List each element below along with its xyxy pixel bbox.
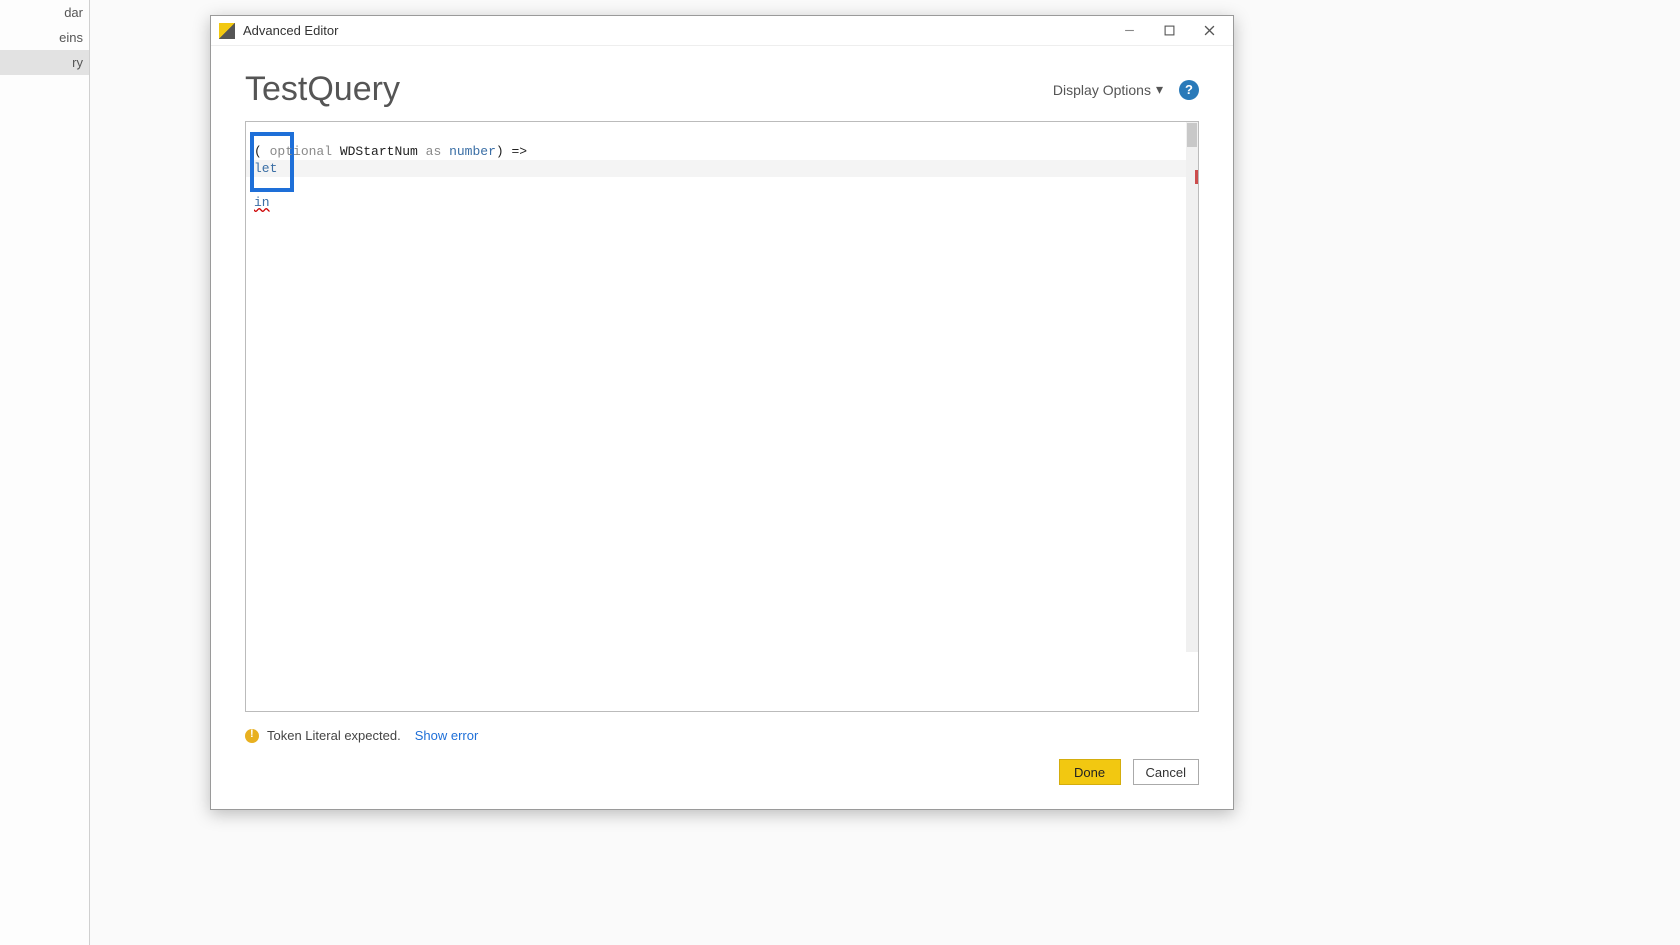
warning-icon — [245, 729, 259, 743]
show-error-link[interactable]: Show error — [415, 728, 479, 743]
window-titlebar[interactable]: Advanced Editor — [211, 16, 1233, 46]
window-title: Advanced Editor — [243, 23, 1109, 38]
queries-sidebar: dar eins ry — [0, 0, 90, 945]
sidebar-item[interactable]: dar — [0, 0, 89, 25]
query-name: TestQuery — [245, 70, 400, 109]
scrollbar-thumb[interactable] — [1187, 123, 1197, 147]
display-options-dropdown[interactable]: Display Options ▾ — [1053, 81, 1163, 98]
error-marker-icon[interactable] — [1195, 170, 1199, 184]
dialog-buttons: Done Cancel — [211, 749, 1233, 809]
code-line-2: let — [254, 161, 277, 176]
sidebar-item-selected[interactable]: ry — [0, 50, 89, 75]
app-icon — [219, 23, 235, 39]
code-editor[interactable]: ( optional WDStartNum as number) => let … — [245, 121, 1199, 712]
error-status-row: Token Literal expected. Show error — [211, 722, 1233, 749]
done-button[interactable]: Done — [1059, 759, 1121, 785]
close-button[interactable] — [1189, 18, 1229, 44]
window-controls — [1109, 18, 1229, 44]
vertical-scrollbar[interactable] — [1186, 122, 1198, 652]
maximize-button[interactable] — [1149, 18, 1189, 44]
minimize-button[interactable] — [1109, 18, 1149, 44]
cancel-button[interactable]: Cancel — [1133, 759, 1199, 785]
dialog-header: TestQuery Display Options ▾ ? — [211, 46, 1233, 121]
chevron-down-icon: ▾ — [1156, 81, 1163, 98]
advanced-editor-dialog: Advanced Editor TestQuery Display Option… — [210, 15, 1234, 810]
error-message: Token Literal expected. — [267, 728, 401, 743]
code-line-4: in — [254, 195, 270, 210]
code-line-1: ( optional WDStartNum as number) => — [254, 144, 527, 159]
sidebar-item[interactable]: eins — [0, 25, 89, 50]
help-icon[interactable]: ? — [1179, 80, 1199, 100]
display-options-label: Display Options — [1053, 82, 1151, 98]
